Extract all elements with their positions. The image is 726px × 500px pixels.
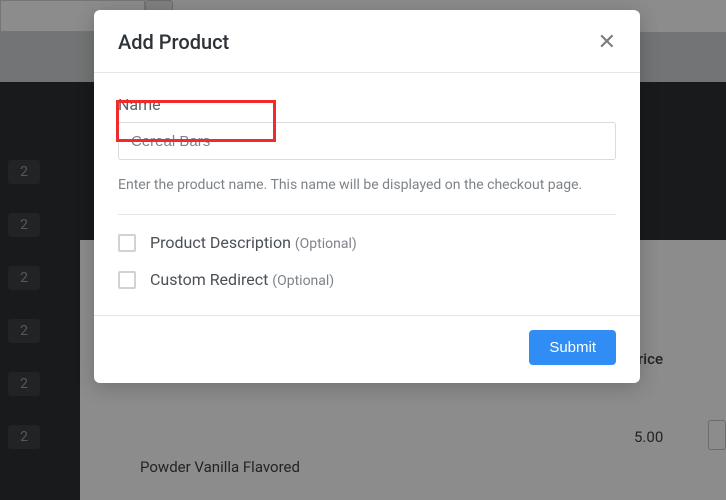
optional-tag: (Optional) [295, 236, 357, 252]
custom-redirect-option[interactable]: Custom Redirect (Optional) [118, 270, 616, 289]
checkbox-icon[interactable] [118, 234, 136, 252]
close-button[interactable]: ✕ [598, 31, 616, 53]
add-product-modal: Add Product ✕ Name Enter the product nam… [94, 10, 640, 383]
optional-tag: (Optional) [272, 273, 334, 289]
close-icon: ✕ [598, 29, 616, 54]
custom-redirect-label: Custom Redirect (Optional) [150, 270, 334, 289]
checkbox-icon[interactable] [118, 271, 136, 289]
product-description-label: Product Description (Optional) [150, 233, 357, 252]
option-text: Product Description [150, 233, 291, 252]
name-label: Name [118, 95, 616, 114]
product-name-input[interactable] [118, 122, 616, 160]
modal-body: Name Enter the product name. This name w… [94, 73, 640, 315]
modal-header: Add Product ✕ [94, 10, 640, 73]
option-text: Custom Redirect [150, 270, 268, 289]
modal-title: Add Product [118, 30, 229, 54]
modal-footer: Submit [94, 315, 640, 383]
submit-button[interactable]: Submit [529, 330, 616, 365]
name-help-text: Enter the product name. This name will b… [118, 174, 616, 196]
divider [118, 214, 616, 215]
product-description-option[interactable]: Product Description (Optional) [118, 233, 616, 252]
